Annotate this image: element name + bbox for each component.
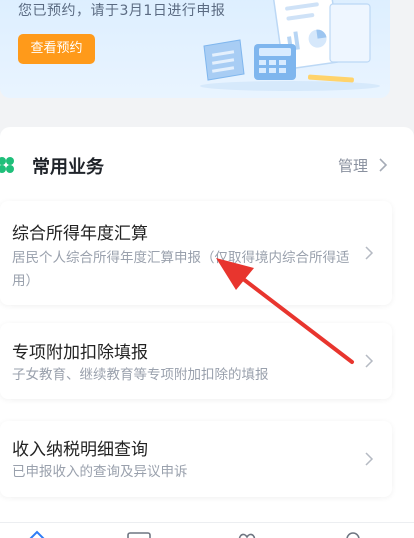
chevron-right-icon <box>365 246 374 260</box>
manage-link[interactable]: 管理 <box>338 155 368 176</box>
appointment-banner: 您已预约，请于3月1日进行申报 查看预约 <box>0 0 390 98</box>
chevron-right-icon <box>365 354 374 368</box>
service-item-description: 已申报收入的查询及异议申诉 <box>12 464 188 480</box>
bottom-tab-bar <box>0 522 414 538</box>
service-item-annual-settlement[interactable]: 综合所得年度汇算 居民个人综合所得年度汇算申报（仅取得境内综合所得适用） <box>0 201 392 305</box>
app-screen: 您已预约，请于3月1日进行申报 查看预约 常用业务 管理 综合所得年度汇算 居民… <box>0 0 414 538</box>
service-tab-icon[interactable] <box>126 529 152 538</box>
common-services-card: 常用业务 管理 综合所得年度汇算 居民个人综合所得年度汇算申报（仅取得境内综合所… <box>0 127 414 538</box>
home-tab-icon[interactable] <box>24 529 50 538</box>
service-item-title: 收入纳税明细查询 <box>12 440 148 460</box>
service-item-special-deductions[interactable]: 专项附加扣除填报 子女教育、继续教育等专项附加扣除的填报 <box>0 323 392 399</box>
chevron-right-icon[interactable] <box>378 158 388 172</box>
tax-illustration-icon <box>200 0 380 91</box>
section-title: 常用业务 <box>32 157 104 178</box>
service-item-income-tax-query[interactable]: 收入纳税明细查询 已申报收入的查询及异议申诉 <box>0 421 392 497</box>
view-appointment-button[interactable]: 查看预约 <box>18 34 95 64</box>
clover-icon <box>0 157 14 173</box>
service-item-title: 专项附加扣除填报 <box>12 343 148 363</box>
chevron-right-icon <box>365 452 374 466</box>
section-header: 常用业务 管理 <box>0 149 414 179</box>
service-item-description: 居民个人综合所得年度汇算申报（仅取得境内综合所得适用） <box>12 250 350 289</box>
service-item-description: 子女教育、继续教育等专项附加扣除的填报 <box>12 367 269 383</box>
favorites-tab-icon[interactable] <box>234 529 260 538</box>
profile-tab-icon[interactable] <box>340 529 366 538</box>
service-item-title: 综合所得年度汇算 <box>12 224 148 244</box>
